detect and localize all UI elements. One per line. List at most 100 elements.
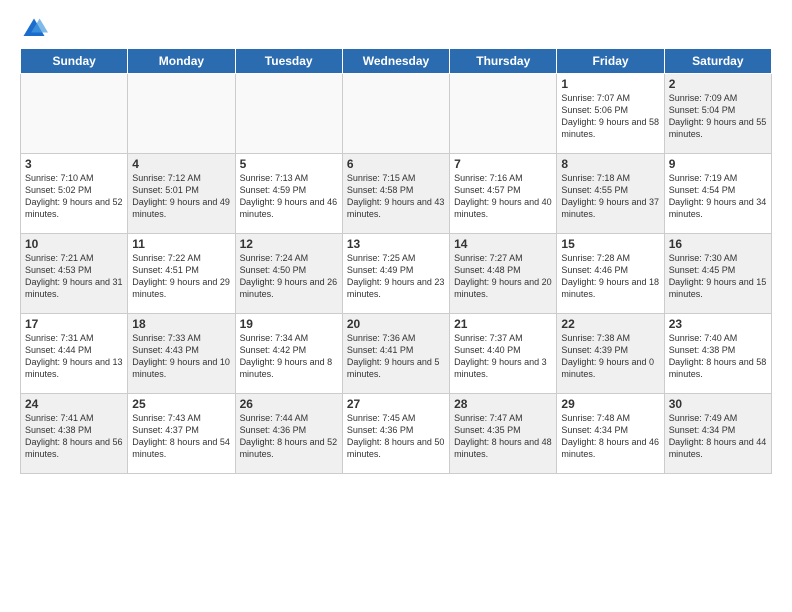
day-info: Sunrise: 7:34 AM Sunset: 4:42 PM Dayligh… <box>240 332 338 381</box>
day-info: Sunrise: 7:09 AM Sunset: 5:04 PM Dayligh… <box>669 92 767 141</box>
day-info: Sunrise: 7:10 AM Sunset: 5:02 PM Dayligh… <box>25 172 123 221</box>
day-number: 6 <box>347 157 445 171</box>
calendar-cell: 6Sunrise: 7:15 AM Sunset: 4:58 PM Daylig… <box>342 154 449 234</box>
calendar-cell: 23Sunrise: 7:40 AM Sunset: 4:38 PM Dayli… <box>664 314 771 394</box>
day-number: 16 <box>669 237 767 251</box>
calendar-cell: 30Sunrise: 7:49 AM Sunset: 4:34 PM Dayli… <box>664 394 771 474</box>
weekday-header-tuesday: Tuesday <box>235 49 342 74</box>
day-number: 21 <box>454 317 552 331</box>
day-info: Sunrise: 7:18 AM Sunset: 4:55 PM Dayligh… <box>561 172 659 221</box>
day-number: 8 <box>561 157 659 171</box>
day-info: Sunrise: 7:28 AM Sunset: 4:46 PM Dayligh… <box>561 252 659 301</box>
day-info: Sunrise: 7:40 AM Sunset: 4:38 PM Dayligh… <box>669 332 767 381</box>
weekday-header-monday: Monday <box>128 49 235 74</box>
day-info: Sunrise: 7:47 AM Sunset: 4:35 PM Dayligh… <box>454 412 552 461</box>
header <box>20 15 772 43</box>
day-info: Sunrise: 7:38 AM Sunset: 4:39 PM Dayligh… <box>561 332 659 381</box>
weekday-header-friday: Friday <box>557 49 664 74</box>
day-number: 2 <box>669 77 767 91</box>
calendar-cell: 27Sunrise: 7:45 AM Sunset: 4:36 PM Dayli… <box>342 394 449 474</box>
day-info: Sunrise: 7:22 AM Sunset: 4:51 PM Dayligh… <box>132 252 230 301</box>
calendar-cell <box>21 74 128 154</box>
day-number: 9 <box>669 157 767 171</box>
day-number: 4 <box>132 157 230 171</box>
calendar-cell: 13Sunrise: 7:25 AM Sunset: 4:49 PM Dayli… <box>342 234 449 314</box>
day-number: 29 <box>561 397 659 411</box>
calendar-cell: 17Sunrise: 7:31 AM Sunset: 4:44 PM Dayli… <box>21 314 128 394</box>
day-number: 19 <box>240 317 338 331</box>
day-number: 14 <box>454 237 552 251</box>
calendar-week-1: 1Sunrise: 7:07 AM Sunset: 5:06 PM Daylig… <box>21 74 772 154</box>
day-number: 15 <box>561 237 659 251</box>
day-number: 26 <box>240 397 338 411</box>
calendar-cell: 12Sunrise: 7:24 AM Sunset: 4:50 PM Dayli… <box>235 234 342 314</box>
calendar-cell: 5Sunrise: 7:13 AM Sunset: 4:59 PM Daylig… <box>235 154 342 234</box>
day-number: 20 <box>347 317 445 331</box>
calendar-cell: 26Sunrise: 7:44 AM Sunset: 4:36 PM Dayli… <box>235 394 342 474</box>
day-number: 12 <box>240 237 338 251</box>
day-info: Sunrise: 7:44 AM Sunset: 4:36 PM Dayligh… <box>240 412 338 461</box>
weekday-header-sunday: Sunday <box>21 49 128 74</box>
calendar-week-5: 24Sunrise: 7:41 AM Sunset: 4:38 PM Dayli… <box>21 394 772 474</box>
weekday-header-wednesday: Wednesday <box>342 49 449 74</box>
day-number: 13 <box>347 237 445 251</box>
calendar-cell: 16Sunrise: 7:30 AM Sunset: 4:45 PM Dayli… <box>664 234 771 314</box>
day-info: Sunrise: 7:07 AM Sunset: 5:06 PM Dayligh… <box>561 92 659 141</box>
day-info: Sunrise: 7:12 AM Sunset: 5:01 PM Dayligh… <box>132 172 230 221</box>
calendar-week-3: 10Sunrise: 7:21 AM Sunset: 4:53 PM Dayli… <box>21 234 772 314</box>
day-number: 1 <box>561 77 659 91</box>
calendar-cell: 3Sunrise: 7:10 AM Sunset: 5:02 PM Daylig… <box>21 154 128 234</box>
calendar-cell: 10Sunrise: 7:21 AM Sunset: 4:53 PM Dayli… <box>21 234 128 314</box>
calendar-cell: 21Sunrise: 7:37 AM Sunset: 4:40 PM Dayli… <box>450 314 557 394</box>
calendar-cell: 22Sunrise: 7:38 AM Sunset: 4:39 PM Dayli… <box>557 314 664 394</box>
day-info: Sunrise: 7:49 AM Sunset: 4:34 PM Dayligh… <box>669 412 767 461</box>
calendar-cell: 18Sunrise: 7:33 AM Sunset: 4:43 PM Dayli… <box>128 314 235 394</box>
logo-icon <box>20 15 48 43</box>
day-info: Sunrise: 7:31 AM Sunset: 4:44 PM Dayligh… <box>25 332 123 381</box>
calendar-cell: 8Sunrise: 7:18 AM Sunset: 4:55 PM Daylig… <box>557 154 664 234</box>
day-info: Sunrise: 7:30 AM Sunset: 4:45 PM Dayligh… <box>669 252 767 301</box>
weekday-header-row: SundayMondayTuesdayWednesdayThursdayFrid… <box>21 49 772 74</box>
calendar-cell: 1Sunrise: 7:07 AM Sunset: 5:06 PM Daylig… <box>557 74 664 154</box>
day-info: Sunrise: 7:36 AM Sunset: 4:41 PM Dayligh… <box>347 332 445 381</box>
day-number: 22 <box>561 317 659 331</box>
calendar-cell <box>235 74 342 154</box>
calendar-cell: 11Sunrise: 7:22 AM Sunset: 4:51 PM Dayli… <box>128 234 235 314</box>
day-number: 24 <box>25 397 123 411</box>
day-number: 7 <box>454 157 552 171</box>
day-number: 27 <box>347 397 445 411</box>
calendar-cell: 29Sunrise: 7:48 AM Sunset: 4:34 PM Dayli… <box>557 394 664 474</box>
calendar-cell: 2Sunrise: 7:09 AM Sunset: 5:04 PM Daylig… <box>664 74 771 154</box>
day-number: 11 <box>132 237 230 251</box>
day-number: 17 <box>25 317 123 331</box>
day-number: 23 <box>669 317 767 331</box>
calendar-cell: 24Sunrise: 7:41 AM Sunset: 4:38 PM Dayli… <box>21 394 128 474</box>
day-info: Sunrise: 7:27 AM Sunset: 4:48 PM Dayligh… <box>454 252 552 301</box>
calendar-cell <box>128 74 235 154</box>
calendar-cell: 9Sunrise: 7:19 AM Sunset: 4:54 PM Daylig… <box>664 154 771 234</box>
day-info: Sunrise: 7:16 AM Sunset: 4:57 PM Dayligh… <box>454 172 552 221</box>
day-info: Sunrise: 7:15 AM Sunset: 4:58 PM Dayligh… <box>347 172 445 221</box>
day-info: Sunrise: 7:43 AM Sunset: 4:37 PM Dayligh… <box>132 412 230 461</box>
day-info: Sunrise: 7:24 AM Sunset: 4:50 PM Dayligh… <box>240 252 338 301</box>
calendar-cell <box>450 74 557 154</box>
calendar-cell: 4Sunrise: 7:12 AM Sunset: 5:01 PM Daylig… <box>128 154 235 234</box>
day-info: Sunrise: 7:19 AM Sunset: 4:54 PM Dayligh… <box>669 172 767 221</box>
calendar-cell: 15Sunrise: 7:28 AM Sunset: 4:46 PM Dayli… <box>557 234 664 314</box>
calendar-table: SundayMondayTuesdayWednesdayThursdayFrid… <box>20 48 772 474</box>
day-info: Sunrise: 7:41 AM Sunset: 4:38 PM Dayligh… <box>25 412 123 461</box>
day-number: 5 <box>240 157 338 171</box>
calendar-cell: 20Sunrise: 7:36 AM Sunset: 4:41 PM Dayli… <box>342 314 449 394</box>
day-info: Sunrise: 7:48 AM Sunset: 4:34 PM Dayligh… <box>561 412 659 461</box>
calendar-week-4: 17Sunrise: 7:31 AM Sunset: 4:44 PM Dayli… <box>21 314 772 394</box>
calendar-cell: 7Sunrise: 7:16 AM Sunset: 4:57 PM Daylig… <box>450 154 557 234</box>
day-info: Sunrise: 7:33 AM Sunset: 4:43 PM Dayligh… <box>132 332 230 381</box>
day-number: 3 <box>25 157 123 171</box>
day-info: Sunrise: 7:21 AM Sunset: 4:53 PM Dayligh… <box>25 252 123 301</box>
day-number: 18 <box>132 317 230 331</box>
logo <box>20 15 52 43</box>
weekday-header-thursday: Thursday <box>450 49 557 74</box>
day-info: Sunrise: 7:25 AM Sunset: 4:49 PM Dayligh… <box>347 252 445 301</box>
day-number: 25 <box>132 397 230 411</box>
day-number: 30 <box>669 397 767 411</box>
